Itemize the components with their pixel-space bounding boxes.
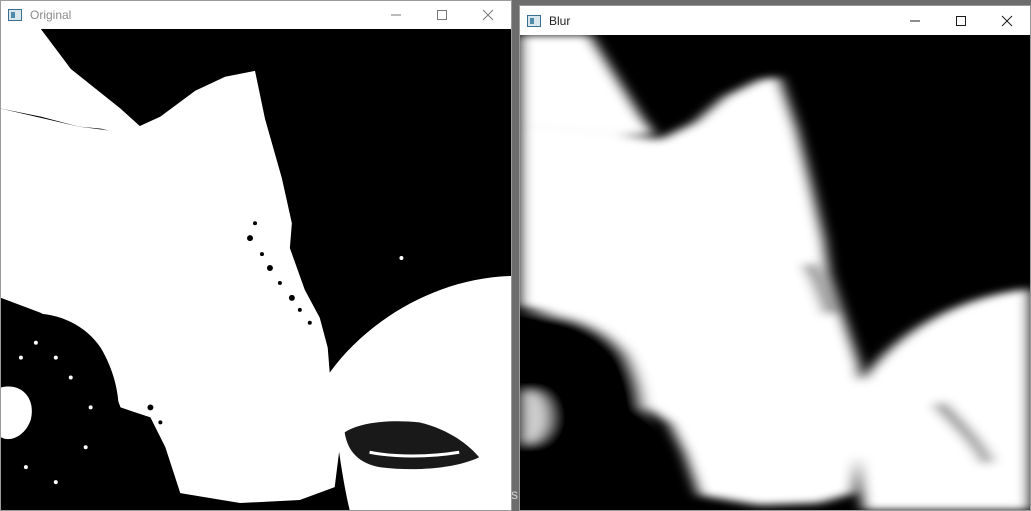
maximize-icon xyxy=(437,10,447,20)
blur-title-bar[interactable]: Blur xyxy=(520,6,1030,35)
blurred-image xyxy=(520,35,1030,510)
blur-window-title: Blur xyxy=(549,13,571,28)
original-window[interactable]: Original xyxy=(0,0,512,511)
minimize-button[interactable] xyxy=(373,1,419,29)
maximize-icon xyxy=(956,15,966,26)
close-icon xyxy=(1001,15,1013,26)
close-icon xyxy=(482,9,494,21)
close-button[interactable] xyxy=(465,1,511,29)
background-text-fragment: s xyxy=(511,486,518,502)
window-app-icon xyxy=(527,14,541,27)
binary-threshold-image xyxy=(1,29,511,510)
minimize-button[interactable] xyxy=(892,6,938,35)
blur-window[interactable]: Blur xyxy=(519,5,1031,511)
maximize-button[interactable] xyxy=(419,1,465,29)
minimize-icon xyxy=(910,20,920,21)
blur-image-canvas xyxy=(520,35,1030,510)
close-button[interactable] xyxy=(984,6,1030,35)
maximize-button[interactable] xyxy=(938,6,984,35)
window-app-icon xyxy=(8,9,22,21)
original-title-bar[interactable]: Original xyxy=(1,1,511,29)
minimize-icon xyxy=(391,14,401,16)
original-image-canvas xyxy=(1,29,511,510)
original-window-title: Original xyxy=(30,8,72,22)
